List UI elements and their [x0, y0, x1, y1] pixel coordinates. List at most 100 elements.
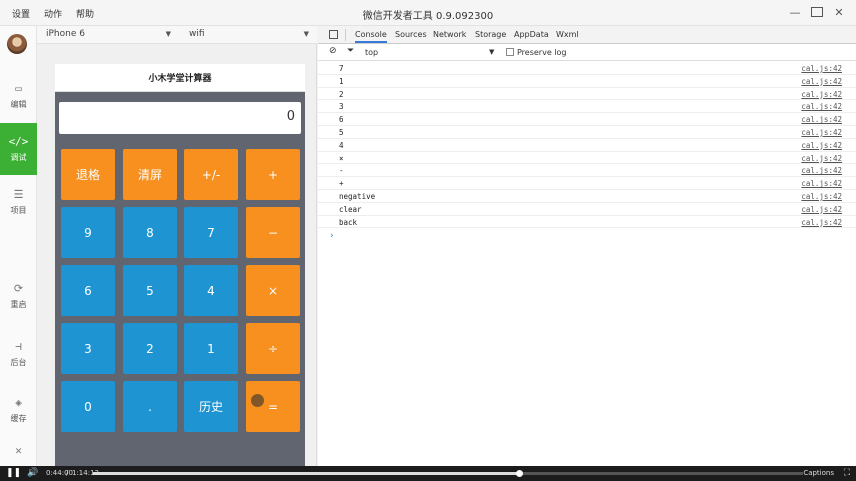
key-button[interactable]: 2 [123, 323, 177, 374]
page-title: 小木学堂计算器 [55, 64, 305, 92]
clear-console-icon[interactable]: ⊘ [329, 46, 337, 56]
menu-icon: ☰ [13, 187, 24, 201]
log-message: 3 [339, 102, 344, 112]
layers-icon: ◈ [15, 395, 22, 409]
restart-icon: ⟳ [13, 281, 24, 295]
sidebar-item-label: 重启 [10, 299, 27, 309]
log-message: - [339, 166, 344, 176]
key-button[interactable]: . [123, 381, 177, 432]
log-row: 5 cal.js:42 [318, 126, 856, 139]
log-source-link[interactable]: cal.js:42 [801, 128, 842, 137]
divider [345, 29, 346, 41]
log-message: 4 [339, 140, 344, 150]
log-source-link[interactable]: cal.js:42 [801, 166, 842, 175]
log-source-link[interactable]: cal.js:42 [801, 154, 842, 163]
sidebar-item-label: 后台 [10, 357, 27, 367]
device-select[interactable]: iPhone 6 ▼ [46, 29, 171, 39]
log-source-link[interactable]: cal.js:42 [801, 218, 842, 227]
key-button[interactable]: 5 [123, 265, 177, 316]
minimize-icon[interactable]: — [788, 5, 802, 19]
key-button[interactable]: 8 [123, 207, 177, 258]
close-icon[interactable]: ✕ [832, 5, 846, 19]
log-source-link[interactable]: cal.js:42 [801, 179, 842, 188]
log-source-link[interactable]: cal.js:42 [801, 77, 842, 86]
preserve-log-checkbox[interactable] [506, 48, 514, 56]
sidebar-item-label: 项目 [10, 205, 27, 215]
maximize-icon[interactable] [810, 5, 824, 19]
sidebar-item-debug[interactable]: </> 调试 [0, 123, 37, 175]
sidebar-item-cache[interactable]: ◈ 缓存 [0, 384, 37, 436]
log-message: 2 [339, 89, 344, 99]
key-button[interactable]: 退格 [61, 149, 115, 200]
key-button[interactable]: 9 [61, 207, 115, 258]
key-button[interactable]: 1 [184, 323, 238, 374]
key-button[interactable]: 4 [184, 265, 238, 316]
sidebar-item-restart[interactable]: ⟳ 重启 [0, 270, 37, 322]
console-toolbar: ⊘ ⏷ top ▼ Preserve log [318, 44, 856, 61]
sidebar-item-background[interactable]: ⊣ 后台 [0, 328, 37, 380]
log-row: 4 cal.js:42 [318, 139, 856, 152]
key-button[interactable]: ÷ [246, 323, 300, 374]
key-button[interactable]: 历史 [184, 381, 238, 432]
captions-button[interactable]: Captions [803, 469, 834, 477]
key-button[interactable]: 6 [61, 265, 115, 316]
key-button[interactable]: 7 [184, 207, 238, 258]
log-source-link[interactable]: cal.js:42 [801, 102, 842, 111]
fullscreen-icon[interactable]: ⛶ [844, 468, 850, 478]
inspect-element-icon[interactable] [329, 30, 338, 39]
simulator-toolbar: iPhone 6 ▼ wifi ▼ [37, 26, 317, 44]
log-message: 5 [339, 127, 344, 137]
log-row: × cal.js:42 [318, 152, 856, 165]
network-select-value: wifi [189, 29, 205, 39]
pause-icon[interactable]: ❚❚ [6, 468, 21, 478]
seek-bar-fill [93, 472, 519, 475]
log-source-link[interactable]: cal.js:42 [801, 115, 842, 124]
tab-console[interactable]: Console [355, 30, 387, 43]
key-button[interactable]: 3 [61, 323, 115, 374]
seek-bar[interactable] [93, 470, 803, 477]
log-message: 7 [339, 64, 344, 73]
log-message: back [339, 217, 358, 227]
log-row: negative cal.js:42 [318, 190, 856, 203]
log-source-link[interactable]: cal.js:42 [801, 90, 842, 99]
key-button[interactable]: +/- [184, 149, 238, 200]
log-row: - cal.js:42 [318, 164, 856, 178]
network-select[interactable]: wifi ▼ [189, 29, 309, 39]
sidebar-item-edit[interactable]: ▭ 编辑 [0, 70, 37, 122]
log-message: 1 [339, 76, 344, 86]
tab-storage[interactable]: Storage [475, 30, 506, 39]
display-value: 0 [286, 109, 295, 124]
log-source-link[interactable]: cal.js:42 [801, 192, 842, 201]
console-log-list: 7 cal.js:42 1 cal.js:42 2 cal.js:42 3 cal.js:42… [318, 62, 856, 229]
tab-wxml[interactable]: Wxml [556, 30, 579, 39]
key-button[interactable]: × [246, 265, 300, 316]
tab-network[interactable]: Network [433, 30, 466, 39]
log-row: clear cal.js:42 [318, 203, 856, 216]
log-row: 7 cal.js:42 [318, 62, 856, 75]
sidebar-item-label: 缓存 [10, 413, 27, 423]
log-row: 3 cal.js:42 [318, 100, 856, 114]
context-select[interactable]: top ▼ [365, 48, 495, 57]
log-message: clear [339, 204, 362, 214]
devtools-panel: Console Sources Network Storage AppData … [318, 26, 856, 466]
window-controls: — ✕ [788, 5, 846, 19]
caret-down-icon: ▼ [489, 48, 495, 56]
key-button[interactable]: + [246, 149, 300, 200]
tab-sources[interactable]: Sources [395, 30, 427, 39]
key-button[interactable]: 清屏 [123, 149, 177, 200]
current-time: 0:44:00 [46, 469, 73, 477]
filter-icon[interactable]: ⏷ [347, 46, 354, 56]
avatar[interactable] [7, 34, 27, 54]
console-prompt[interactable]: › [330, 231, 334, 241]
log-source-link[interactable]: cal.js:42 [801, 205, 842, 214]
key-button[interactable]: 0 [61, 381, 115, 432]
tab-appdata[interactable]: AppData [514, 30, 549, 39]
seek-handle[interactable] [516, 470, 523, 477]
key-button[interactable]: − [246, 207, 300, 258]
sidebar-item-project[interactable]: ☰ 项目 [0, 176, 37, 228]
log-source-link[interactable]: cal.js:42 [801, 64, 842, 73]
sidebar-item-close[interactable]: ✕ [0, 439, 37, 469]
log-message: + [339, 179, 344, 189]
volume-icon[interactable]: 🔊 [27, 468, 38, 478]
log-source-link[interactable]: cal.js:42 [801, 141, 842, 150]
